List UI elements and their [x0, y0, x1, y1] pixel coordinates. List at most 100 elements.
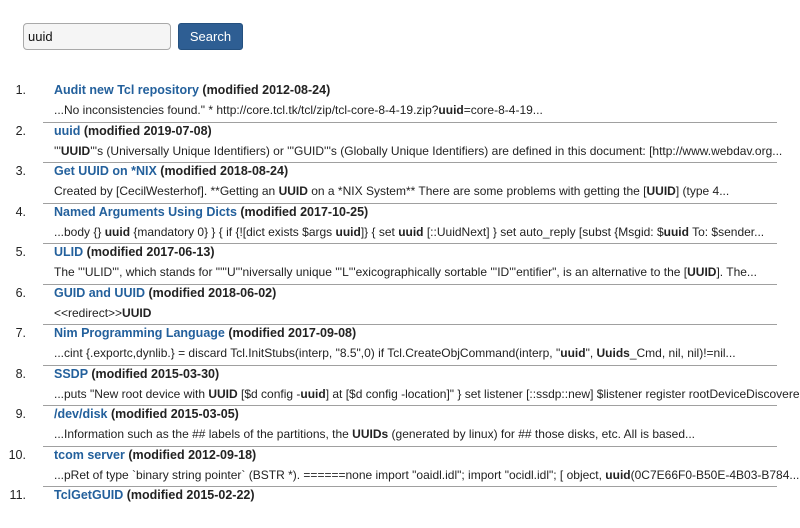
result-title-line: GUID and UUID (modified 2018-06-02) [54, 286, 276, 300]
snippet-text: ...No inconsistencies found." * http://c… [54, 103, 439, 117]
result-snippet: ...puts "New root device with UUID [$d c… [54, 387, 800, 401]
result-modified-date: (modified 2015-03-30) [91, 366, 220, 381]
snippet-highlight: uuid [560, 346, 586, 360]
snippet-text: ...body {} [54, 224, 105, 239]
snippet-text: _Cmd, nil, nil)!=nil... [629, 346, 736, 360]
result-snippet: <<redirect>>UUID [54, 306, 151, 320]
result-snippet: The '''ULID''', which stands for "'''U''… [54, 265, 757, 279]
result-number: 6. [15, 285, 26, 300]
result-number: 8. [15, 366, 26, 381]
search-result-item: 6. GUID and UUID (modified 2018-06-02) <… [16, 285, 777, 325]
result-title-link[interactable]: TclGetGUID [54, 488, 123, 502]
result-title-link[interactable]: ULID [54, 245, 83, 259]
result-snippet: ...cint {.exportc,dynlib.} = discard Tcl… [54, 346, 736, 360]
result-snippet: ...Information such as the ## labels of … [54, 427, 695, 441]
search-result-item: 1. Audit new Tcl repository (modified 20… [16, 82, 777, 123]
result-title-line: Get UUID on *NIX (modified 2018-08-24) [54, 164, 288, 178]
snippet-text: (0C7E66F0-B50E-4B03-B784... [630, 467, 800, 482]
result-modified-date: (modified 2012-09-18) [128, 447, 257, 462]
snippet-text: '''s (Universally Unique Identifiers) or… [90, 143, 783, 158]
snippet-text: [$d config - [237, 386, 301, 401]
snippet-highlight: uuid [300, 386, 326, 401]
snippet-highlight: UUID [208, 386, 238, 401]
search-button[interactable]: Search [178, 23, 243, 50]
result-snippet: ...No inconsistencies found." * http://c… [54, 103, 543, 117]
search-results-list: 1. Audit new Tcl repository (modified 20… [0, 82, 800, 528]
snippet-text: {mandatory 0} } { if {![dict exists $arg… [130, 224, 336, 239]
snippet-text: ] (type 4... [675, 184, 730, 198]
result-modified-date: (modified 2015-03-05) [110, 407, 239, 421]
result-title-link[interactable]: /dev/disk [54, 407, 108, 421]
result-number: 11. [9, 488, 26, 502]
result-snippet: Created by [CecilWesterhof]. **Getting a… [54, 184, 729, 198]
result-number: 7. [15, 326, 26, 340]
snippet-highlight: uuid [605, 467, 631, 482]
result-number: 10. [8, 447, 26, 462]
result-title-link[interactable]: uuid [54, 124, 80, 138]
search-result-item: 8. SSDP (modified 2015-03-30) ...puts "N… [16, 366, 800, 406]
result-snippet: '''UUID'''s (Universally Unique Identifi… [54, 144, 782, 158]
search-result-item: 3. Get UUID on *NIX (modified 2018-08-24… [16, 163, 777, 204]
snippet-highlight: uuid [335, 224, 361, 239]
result-number: 4. [15, 204, 26, 219]
snippet-text: ", [585, 346, 597, 360]
result-number: 1. [15, 83, 26, 97]
search-result-item: 9. /dev/disk (modified 2015-03-05) ...In… [16, 406, 777, 447]
snippet-text: ...puts "New root device with [54, 386, 209, 401]
result-title-link[interactable]: Audit new Tcl repository [54, 83, 199, 97]
result-title-line: tcom server (modified 2012-09-18) [54, 448, 256, 462]
result-modified-date: (modified 2017-10-25) [240, 204, 369, 219]
result-title-line: ULID (modified 2017-06-13) [54, 245, 214, 259]
snippet-highlight: UUID [122, 305, 152, 320]
result-title-line: uuid (modified 2019-07-08) [54, 124, 212, 138]
search-result-item: 2. uuid (modified 2019-07-08) '''UUID'''… [16, 123, 782, 163]
result-number: 2. [15, 123, 26, 138]
snippet-highlight: uuid [438, 103, 464, 117]
search-result-item: 11. TclGetGUID (modified 2015-02-22) [10, 487, 777, 528]
result-number: 5. [15, 245, 26, 259]
snippet-highlight: Uuids [596, 346, 630, 360]
result-number: 3. [15, 164, 26, 178]
snippet-text: [::UuidNext] } set auto_reply [subst {Ms… [423, 224, 664, 239]
snippet-text: The '''ULID''', which stands for "'''U''… [54, 265, 688, 279]
result-title-link[interactable]: Nim Programming Language [54, 326, 225, 340]
search-form: Search [23, 23, 243, 50]
search-result-item: 7. Nim Programming Language (modified 20… [16, 325, 777, 366]
result-modified-date: (modified 2019-07-08) [83, 123, 212, 138]
result-modified-date: (modified 2017-09-08) [228, 326, 357, 340]
result-title-line: Named Arguments Using Dicts (modified 20… [54, 205, 368, 219]
snippet-highlight: UUID [646, 184, 676, 198]
snippet-highlight: UUID [278, 184, 308, 198]
result-modified-date: (modified 2012-08-24) [202, 83, 331, 97]
result-title-link[interactable]: SSDP [54, 367, 88, 381]
snippet-highlight: uuid [398, 224, 424, 239]
result-snippet: ...body {} uuid {mandatory 0} } { if {![… [54, 225, 764, 239]
result-title-link[interactable]: Named Arguments Using Dicts [54, 205, 237, 219]
result-modified-date: (modified 2018-08-24) [160, 164, 289, 178]
snippet-text: (generated by linux) for ## those disks,… [388, 427, 696, 441]
snippet-text: ]} { set [360, 224, 399, 239]
search-result-item: 4. Named Arguments Using Dicts (modified… [16, 204, 777, 244]
result-modified-date: (modified 2017-06-13) [86, 245, 215, 259]
snippet-highlight: UUIDs [352, 427, 389, 441]
snippet-text: ] at [$d config -location]" } set listen… [325, 386, 800, 401]
result-snippet: ...pRet of type `binary string pointer` … [54, 468, 799, 482]
snippet-highlight: uuid [663, 224, 689, 239]
result-title-line: TclGetGUID (modified 2015-02-22) [54, 488, 255, 502]
result-title-link[interactable]: tcom server [54, 448, 125, 462]
snippet-text: ]. The... [716, 265, 757, 279]
result-title-link[interactable]: Get UUID on *NIX [54, 164, 157, 178]
snippet-text: ''' [54, 143, 61, 158]
result-modified-date: (modified 2018-06-02) [148, 285, 277, 300]
snippet-text: ...Information such as the ## labels of … [54, 427, 353, 441]
search-input[interactable] [23, 23, 171, 50]
result-title-line: Nim Programming Language (modified 2017-… [54, 326, 356, 340]
result-title-link[interactable]: GUID and UUID [54, 286, 145, 300]
snippet-highlight: UUID [60, 143, 91, 158]
snippet-text: <<redirect>> [54, 305, 123, 320]
result-modified-date: (modified 2015-02-22) [126, 488, 255, 502]
snippet-highlight: UUID [687, 265, 717, 279]
snippet-text: =core-8-4-19... [463, 103, 543, 117]
snippet-text: To: $sender... [688, 224, 765, 239]
search-result-item: 10. tcom server (modified 2012-09-18) ..… [9, 447, 799, 487]
